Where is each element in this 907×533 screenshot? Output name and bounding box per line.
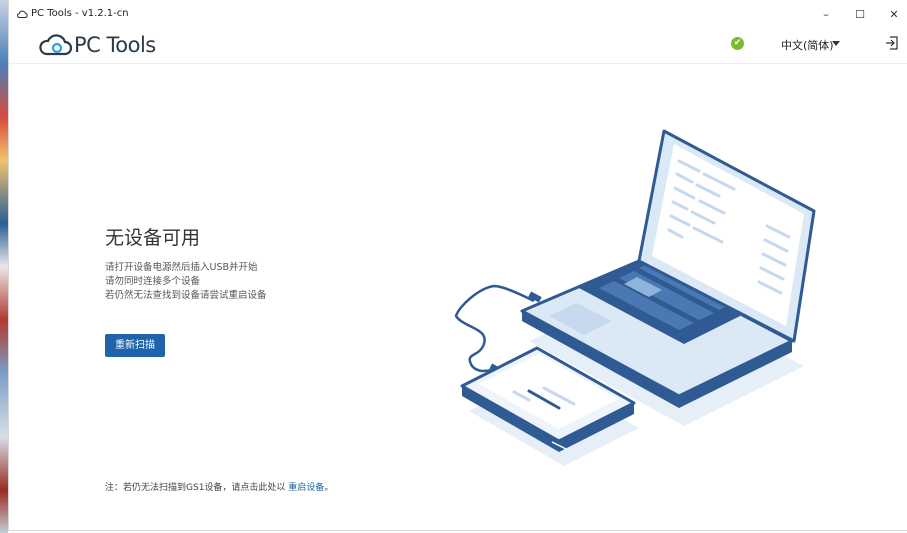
minimize-button[interactable]: –: [809, 4, 843, 26]
app-header: PC Tools ✔ 中文(简体): [9, 30, 907, 64]
app-logo-text: PC Tools: [74, 33, 156, 57]
footer-note-end: 。: [324, 483, 334, 493]
instruction-line: 若仍然无法查找到设备请尝试重启设备: [105, 290, 267, 301]
exit-icon[interactable]: [885, 36, 899, 50]
footer-note-text: 注：若仍无法扫描到GS1设备，请点击此处以: [105, 483, 286, 493]
close-button[interactable]: ✕: [877, 4, 907, 26]
laptop-phone-illustration: [454, 129, 816, 466]
window-title: PC Tools - v1.2.1-cn: [31, 8, 129, 19]
cloud-logo-icon: [39, 34, 73, 56]
rescan-button[interactable]: 重新扫描: [105, 334, 165, 357]
chevron-down-icon[interactable]: [832, 41, 840, 46]
cloud-app-icon: [17, 10, 28, 18]
check-circle-icon: ✔: [731, 37, 744, 50]
instruction-line: 请打开设备电源然后插入USB并开始: [105, 262, 258, 273]
maximize-button[interactable]: ☐: [843, 4, 877, 26]
instruction-line: 请勿同时连接多个设备: [105, 276, 201, 287]
app-window: PC Tools - v1.2.1-cn – ☐ ✕ PC Tools ✔ 中文…: [8, 0, 907, 531]
restart-device-link[interactable]: 重启设备: [288, 483, 324, 493]
desktop-background-strip: [0, 0, 8, 533]
language-selector[interactable]: 中文(简体): [781, 37, 834, 53]
no-device-heading: 无设备可用: [105, 227, 201, 249]
title-bar: PC Tools - v1.2.1-cn – ☐ ✕: [9, 0, 907, 30]
footer-note: 注：若仍无法扫描到GS1设备，请点击此处以 重启设备。: [105, 480, 333, 493]
